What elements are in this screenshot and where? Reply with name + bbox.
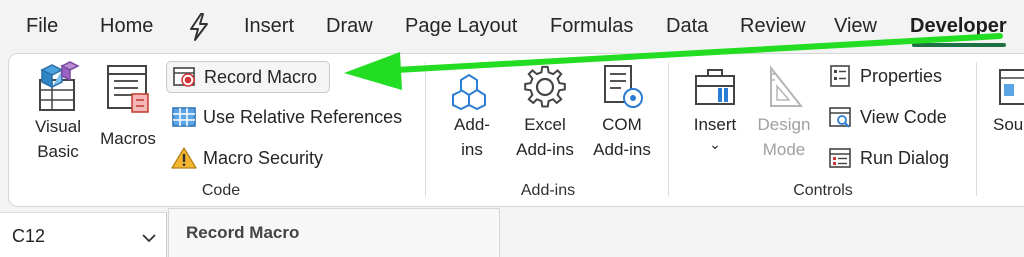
excel-addins-label-2: Add-ins <box>516 140 574 159</box>
visual-basic-button[interactable]: Visual Basic <box>26 60 90 164</box>
chevron-down-icon: ⌄ <box>709 136 721 152</box>
source-icon <box>999 69 1024 105</box>
properties-button[interactable]: Properties <box>828 61 942 91</box>
use-relative-references-label: Use Relative References <box>203 106 403 127</box>
excel-addins-button[interactable]: Excel Add-ins <box>508 62 582 162</box>
tab-formulas[interactable]: Formulas <box>550 15 633 38</box>
group-separator <box>668 62 669 196</box>
design-mode-label-2: Mode <box>762 140 806 159</box>
group-label-controls: Controls <box>793 182 853 199</box>
tab-file[interactable]: File <box>26 15 58 38</box>
run-dialog-button[interactable]: Run Dialog <box>828 143 949 173</box>
com-addins-label-2: Add-ins <box>593 140 651 159</box>
tab-draw[interactable]: Draw <box>326 15 373 38</box>
chevron-down-icon[interactable] <box>142 230 156 243</box>
run-dialog-icon <box>828 146 854 170</box>
macro-security-label: Macro Security <box>203 147 324 168</box>
source-label: Sou <box>993 115 1024 134</box>
use-relative-references-button[interactable]: Use Relative References <box>171 102 402 132</box>
macros-icon <box>107 65 149 113</box>
view-code-label: View Code <box>860 106 947 127</box>
addins-label-2: ins <box>461 140 483 159</box>
tab-developer[interactable]: Developer <box>910 15 1007 38</box>
triangle-ruler-icon <box>770 65 804 107</box>
com-addins-button[interactable]: COM Add-ins <box>586 62 658 162</box>
insert-control-label: Insert <box>693 115 737 134</box>
macros-label: Macros <box>100 129 156 148</box>
hexagon-addins-icon <box>452 73 486 111</box>
record-macro-label: Record Macro <box>204 66 318 87</box>
group-separator <box>425 62 426 196</box>
relative-references-icon <box>171 105 197 129</box>
warning-icon <box>171 146 197 170</box>
properties-label: Properties <box>860 65 943 86</box>
properties-icon <box>828 64 854 88</box>
view-code-button[interactable]: View Code <box>828 102 947 132</box>
macro-security-button[interactable]: Macro Security <box>171 143 323 173</box>
source-button[interactable]: Sou <box>990 62 1024 137</box>
addins-label-1: Add- <box>454 115 490 134</box>
tab-data[interactable]: Data <box>666 15 708 38</box>
ribbon-tab-bar: File Home Insert Draw Page Layout Formul… <box>0 0 1024 50</box>
tab-insert[interactable]: Insert <box>244 15 294 38</box>
com-addins-icon <box>604 65 643 108</box>
active-tab-indicator <box>912 43 1006 47</box>
toolbox-icon <box>695 69 735 105</box>
record-macro-icon <box>172 65 198 89</box>
group-label-code: Code <box>201 182 241 199</box>
record-macro-button[interactable]: Record Macro <box>166 61 331 93</box>
visual-basic-label-2: Basic <box>37 142 79 161</box>
run-dialog-label: Run Dialog <box>860 147 950 168</box>
tab-review[interactable]: Review <box>740 15 806 38</box>
visual-basic-icon <box>39 61 80 111</box>
formula-bar-area <box>500 212 1024 256</box>
insert-control-button[interactable]: Insert ⌄ <box>686 62 744 151</box>
excel-addins-label-1: Excel <box>524 115 566 134</box>
tab-view[interactable]: View <box>834 15 877 38</box>
name-box-value: C12 <box>12 226 46 246</box>
group-separator <box>976 62 977 196</box>
tab-page-layout[interactable]: Page Layout <box>405 15 517 38</box>
addins-button[interactable]: Add- ins <box>444 62 500 162</box>
gear-icon <box>524 65 566 108</box>
tab-home[interactable]: Home <box>100 15 153 38</box>
group-label-addins: Add-ins <box>520 182 576 199</box>
tooltip-title: Record Macro <box>186 223 300 242</box>
design-mode-button: Design Mode <box>750 62 818 162</box>
design-mode-label-1: Design <box>757 115 811 134</box>
visual-basic-label-1: Visual <box>35 117 81 136</box>
view-code-icon <box>828 105 854 129</box>
com-addins-label-1: COM <box>602 115 642 134</box>
macros-button[interactable]: Macros <box>97 60 159 151</box>
lightning-bolt-icon[interactable] <box>186 12 212 42</box>
